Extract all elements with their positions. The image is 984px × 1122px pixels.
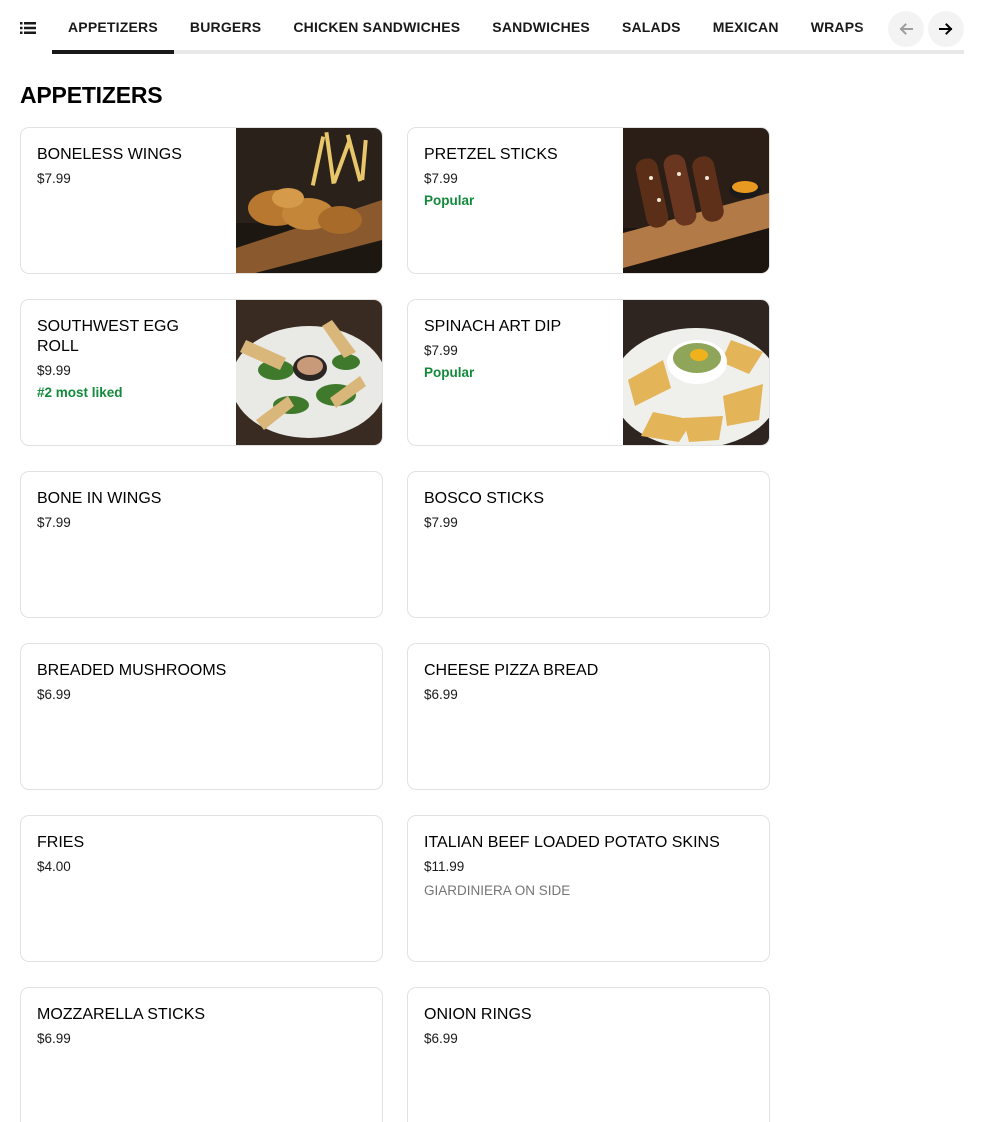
menu-item-card[interactable]: CHEESE PIZZA BREAD $6.99 bbox=[407, 643, 770, 790]
menu-item-card[interactable]: BREADED MUSHROOMS $6.99 bbox=[20, 643, 383, 790]
menu-item-info: SOUTHWEST EGG ROLL $9.99 #2 most liked bbox=[37, 317, 222, 402]
arrow-right-icon bbox=[939, 23, 953, 35]
item-price: $6.99 bbox=[37, 1031, 71, 1046]
item-name: CHEESE PIZZA BREAD bbox=[424, 662, 599, 679]
item-name: MOZZARELLA STICKS bbox=[37, 1006, 206, 1023]
menu-item-info: BREADED MUSHROOMS $6.99 bbox=[37, 661, 366, 704]
menu-item-card[interactable]: ITALIAN BEEF LOADED POTATO SKINS $11.99 GI… bbox=[407, 815, 770, 962]
menu-item-card[interactable]: BOSCO STICKS $7.99 bbox=[407, 471, 770, 618]
menu-item-card[interactable]: BONE IN WINGS $7.99 bbox=[20, 471, 383, 618]
menu-item-info: BONE IN WINGS $7.99 bbox=[37, 489, 366, 532]
item-price: $6.99 bbox=[424, 687, 458, 702]
tab-sandwiches[interactable]: SANDWICHES bbox=[476, 0, 606, 54]
item-price: $6.99 bbox=[37, 687, 71, 702]
item-name: PRETZEL STICKS bbox=[424, 146, 558, 163]
menu-item-info: BONELESS WINGS $7.99 bbox=[37, 145, 222, 188]
item-name: ONION RINGS bbox=[424, 1006, 532, 1023]
arrow-left-icon bbox=[899, 23, 913, 35]
menu-item-info: CHEESE PIZZA BREAD $6.99 bbox=[424, 661, 753, 704]
item-name: SPINACH ART DIP bbox=[424, 318, 562, 335]
menu-item-card[interactable]: MOZZARELLA STICKS $6.99 bbox=[20, 987, 383, 1122]
menu-item-info: SPINACH ART DIP $7.99 Popular bbox=[424, 317, 609, 382]
tab-salads[interactable]: SALADS bbox=[606, 0, 697, 54]
item-price: $7.99 bbox=[424, 343, 458, 358]
tabs-viewport: APPETIZERS BURGERS CHICKEN SANDWICHES SANDW… bbox=[52, 0, 876, 56]
menu-item-info: PRETZEL STICKS $7.99 Popular bbox=[424, 145, 609, 210]
item-name: FRIES bbox=[37, 834, 85, 851]
menu-item-info: BOSCO STICKS $7.99 bbox=[424, 489, 753, 532]
item-name: ITALIAN BEEF LOADED POTATO SKINS bbox=[424, 834, 720, 851]
menu-item-card[interactable]: BONELESS WINGS $7.99 bbox=[20, 127, 383, 274]
menu-item-card[interactable]: ONION RINGS $6.99 bbox=[407, 987, 770, 1122]
menu-item-info: ONION RINGS $6.99 bbox=[424, 1005, 753, 1048]
item-badge: Popular bbox=[424, 365, 475, 380]
boneless-wings-photo bbox=[236, 128, 382, 273]
item-price: $4.00 bbox=[37, 859, 71, 874]
item-price: $7.99 bbox=[37, 515, 71, 530]
item-badge: #2 most liked bbox=[37, 385, 123, 400]
section-title: APPETIZERS bbox=[20, 82, 163, 108]
category-nav: APPETIZERS BURGERS CHICKEN SANDWICHES SANDW… bbox=[0, 0, 984, 56]
scroll-left-button[interactable] bbox=[888, 11, 924, 47]
menu-item-info: MOZZARELLA STICKS $6.99 bbox=[37, 1005, 366, 1048]
tab-burgers[interactable]: BURGERS bbox=[174, 0, 277, 54]
item-price: $7.99 bbox=[424, 515, 458, 530]
menu-item-info: FRIES $4.00 bbox=[37, 833, 366, 876]
item-badge: Popular bbox=[424, 193, 475, 208]
item-name: BOSCO STICKS bbox=[424, 490, 545, 507]
menu-item-card[interactable]: SOUTHWEST EGG ROLL $9.99 #2 most liked bbox=[20, 299, 383, 446]
menu-item-card[interactable]: SPINACH ART DIP $7.99 Popular bbox=[407, 299, 770, 446]
item-description: GIARDINIERA ON SIDE bbox=[424, 883, 571, 898]
scroll-right-button[interactable] bbox=[928, 11, 964, 47]
item-price: $7.99 bbox=[37, 171, 71, 186]
item-price: $6.99 bbox=[424, 1031, 458, 1046]
menu-list-button[interactable] bbox=[16, 16, 40, 40]
tab-chicken-sandwiches[interactable]: CHICKEN SANDWICHES bbox=[277, 0, 476, 54]
pretzel-sticks-photo bbox=[623, 128, 769, 273]
item-name: BONELESS WINGS bbox=[37, 146, 182, 163]
item-name: SOUTHWEST EGG ROLL bbox=[37, 318, 179, 355]
tab-mexican[interactable]: MEXICAN bbox=[697, 0, 795, 54]
spinach-art-dip-photo bbox=[623, 300, 769, 445]
item-price: $9.99 bbox=[37, 363, 71, 378]
item-name: BONE IN WINGS bbox=[37, 490, 162, 507]
menu-item-card[interactable]: FRIES $4.00 bbox=[20, 815, 383, 962]
tab-list: APPETIZERS BURGERS CHICKEN SANDWICHES SANDW… bbox=[52, 0, 876, 56]
menu-item-grid: BONELESS WINGS $7.99 PRETZEL STICKS $7.99 P… bbox=[20, 127, 770, 1122]
menu-item-info: ITALIAN BEEF LOADED POTATO SKINS $11.99 GI… bbox=[424, 833, 753, 900]
menu-item-card[interactable]: PRETZEL STICKS $7.99 Popular bbox=[407, 127, 770, 274]
item-name: BREADED MUSHROOMS bbox=[37, 662, 227, 679]
tab-appetizers[interactable]: APPETIZERS bbox=[52, 0, 174, 54]
tabs-fade bbox=[858, 0, 888, 50]
item-price: $7.99 bbox=[424, 171, 458, 186]
list-icon bbox=[20, 22, 36, 34]
item-price: $11.99 bbox=[424, 859, 465, 874]
southwest-egg-roll-photo bbox=[236, 300, 382, 445]
